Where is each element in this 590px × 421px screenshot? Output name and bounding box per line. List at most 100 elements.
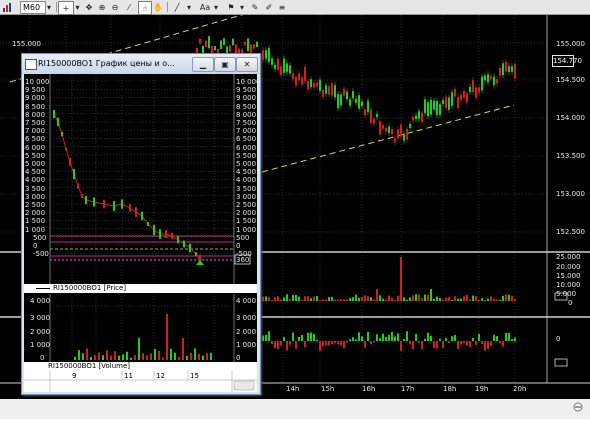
oscillator-bar <box>400 341 402 351</box>
target-icon[interactable]: ⊕ <box>97 1 107 13</box>
hand-icon[interactable]: ✋ <box>153 1 163 13</box>
oscillator-bar <box>271 341 273 345</box>
crosshair-icon[interactable]: + <box>58 1 74 15</box>
resize-grip-icon[interactable] <box>573 402 583 412</box>
chevron-down-icon[interactable]: ▾ <box>44 1 54 13</box>
oscillator-bar <box>373 341 375 343</box>
candle-body <box>487 74 489 83</box>
window-titlebar[interactable]: RI150000BO1 График цены и о... ▁ ▣ ✕ <box>22 54 260 74</box>
brush-icon[interactable]: ✐ <box>264 1 274 13</box>
candle-body <box>286 63 288 72</box>
chevron-down-icon[interactable]: ▾ <box>73 1 82 13</box>
option-chart-window[interactable]: RI150000BO1 График цены и о... ▁ ▣ ✕ 10 … <box>21 53 261 395</box>
ruler-icon[interactable]: ⁄ <box>124 1 134 13</box>
option-volume-bar <box>82 353 84 360</box>
candle-body <box>451 92 453 106</box>
candle-body <box>250 44 252 53</box>
volume-bar <box>418 294 420 301</box>
oscillator-bar <box>442 341 444 349</box>
candle-body <box>232 38 234 46</box>
chart-icon[interactable] <box>2 1 12 13</box>
candle-body <box>442 99 444 104</box>
volume-bar <box>352 297 354 301</box>
flag-icon[interactable]: ⚑ <box>226 1 236 13</box>
candle-body <box>499 67 501 76</box>
option-candle <box>183 240 185 248</box>
volume-bar <box>496 299 498 301</box>
candle-body <box>364 109 366 116</box>
option-price-axis-tick: 500 <box>33 233 47 242</box>
option-price-axis-tick: 3 500 <box>25 184 46 193</box>
option-volume-bar <box>186 356 188 360</box>
volume-bar <box>499 299 501 301</box>
candle-body <box>514 64 516 79</box>
option-volume-bar <box>118 355 120 360</box>
option-volume-bar <box>130 357 132 360</box>
line-icon[interactable]: ╱ <box>172 1 182 13</box>
pointer-hand-icon[interactable]: ☝ <box>138 1 152 15</box>
oscillator-bar <box>319 341 321 351</box>
chevron-down-icon[interactable]: ▾ <box>238 1 246 13</box>
oscillator-bar <box>358 332 360 341</box>
option-candle <box>103 199 105 209</box>
candle-body <box>271 58 273 65</box>
option-volume-bar <box>114 351 116 360</box>
chevron-down-icon[interactable]: ▾ <box>185 1 193 13</box>
candle-body <box>298 73 300 81</box>
oscillator-bar <box>430 335 432 341</box>
option-price-axis-tick: 1 000 <box>236 225 257 234</box>
volume-bar <box>328 297 330 301</box>
oscillator-bar <box>424 338 426 341</box>
option-volume-bar <box>126 351 128 360</box>
text-icon[interactable]: Aa <box>199 1 211 13</box>
price-axis-tick: 152.500 <box>556 228 585 236</box>
restore-button[interactable]: ▣ <box>214 57 236 72</box>
oscillator-marker <box>554 358 568 367</box>
volume-axis-tick: 1 000 <box>236 341 257 349</box>
volume-bar <box>307 296 309 301</box>
candle-body <box>352 91 354 99</box>
volume-bar <box>403 297 405 301</box>
volume-bar <box>436 296 438 301</box>
zoom-out-icon[interactable]: ⊖ <box>110 1 120 13</box>
candle-body <box>337 94 339 109</box>
pen-icon[interactable]: ✎ <box>250 1 260 13</box>
option-candle <box>121 199 123 209</box>
oscillator-bar <box>346 341 348 343</box>
move-icon[interactable]: ✥ <box>84 1 94 13</box>
volume-axis-tick: 25.000 <box>556 253 581 261</box>
candle-body <box>247 38 249 52</box>
lower-trendline[interactable] <box>261 104 515 173</box>
candle-body <box>292 73 294 80</box>
oscillator-bar <box>487 341 489 350</box>
oscillator-bar <box>472 337 474 341</box>
volume-bar <box>511 295 513 301</box>
volume-bar <box>271 299 273 301</box>
candle-body <box>406 128 408 140</box>
lines-icon[interactable]: ≡ <box>277 1 287 13</box>
volume-bar <box>340 299 342 301</box>
volume-bar <box>433 298 435 301</box>
oscillator-bar <box>340 341 342 346</box>
minimize-button[interactable]: ▁ <box>192 57 214 72</box>
oscillator-bar <box>415 334 417 341</box>
volume-bar <box>346 299 348 301</box>
option-volume-bar <box>106 350 108 360</box>
timeframe-select[interactable]: M60 <box>20 1 46 14</box>
volume-bar <box>469 299 471 301</box>
volume-bar <box>382 298 384 301</box>
candle-body <box>481 76 483 91</box>
chart-toolbar: M60 ▾ + ▾ ✥ ⊕ ⊖ ⁄ ☝ ✋ ╱ ▾ Aa ▾ ⚑ ▾ ✎ ✐ ≡ <box>0 0 590 15</box>
oscillator-bar <box>361 336 363 341</box>
oscillator-bar <box>307 332 309 341</box>
oscillator-bar <box>463 341 465 344</box>
volume-histogram <box>262 257 516 301</box>
volume-bar <box>301 299 303 301</box>
oscillator-bar <box>421 341 423 350</box>
window-chart-body[interactable]: 10 000 10 000 9 500 9 500 9 000 9 000 8 500 8 5… <box>24 74 261 392</box>
oscillator-bar <box>376 334 378 341</box>
option-chart-canvas[interactable] <box>24 74 257 392</box>
oscillator-bar <box>352 337 354 341</box>
close-button[interactable]: ✕ <box>236 57 258 72</box>
chevron-down-icon[interactable]: ▾ <box>212 1 220 13</box>
